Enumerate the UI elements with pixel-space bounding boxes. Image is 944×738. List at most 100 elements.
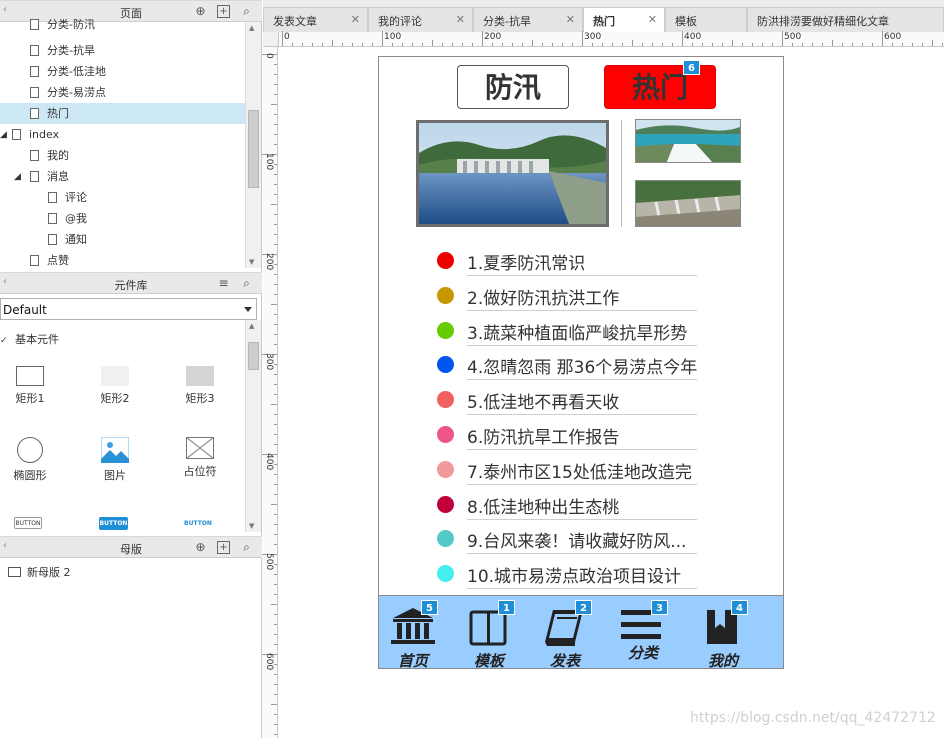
- scroll-down-icon[interactable]: ▼: [249, 258, 254, 266]
- close-icon[interactable]: ✕: [648, 13, 657, 26]
- ruler-tick: [271, 404, 277, 405]
- tab-my-comments[interactable]: 我的评论 ✕: [368, 7, 473, 32]
- tree-item-page[interactable]: 点赞: [30, 250, 69, 271]
- ruler-tick: [672, 43, 673, 46]
- library-select[interactable]: Default: [0, 298, 257, 320]
- scrollbar-thumb[interactable]: [248, 342, 259, 370]
- tree-item-label: 通知: [65, 233, 87, 246]
- widget-group-header[interactable]: ✓ 基本元件: [0, 331, 59, 347]
- pages-scrollbar[interactable]: ▲ ▼: [245, 22, 261, 268]
- widget-button-primary[interactable]: BUTTON: [99, 517, 128, 530]
- ruler-corner: [263, 32, 279, 47]
- collapse-arrow-icon[interactable]: ◢: [0, 130, 7, 140]
- page-icon: [48, 192, 57, 203]
- widget-image[interactable]: 图片: [85, 436, 145, 483]
- ruler-tick: [632, 40, 633, 46]
- ruler-tick: [662, 43, 663, 46]
- close-icon[interactable]: ✕: [351, 13, 360, 26]
- ruler-tick: [274, 244, 277, 245]
- tree-item-page[interactable]: 分类-易涝点: [30, 82, 106, 103]
- tree-item-page[interactable]: 分类-低洼地: [30, 61, 106, 82]
- image-divider: [621, 120, 622, 227]
- tabbar-home[interactable]: 首页 5: [387, 600, 439, 670]
- scrollbar-thumb[interactable]: [248, 110, 259, 188]
- master-item[interactable]: 新母版 2: [8, 564, 71, 580]
- add-folder-icon[interactable]: +: [217, 5, 230, 18]
- ruler-tick: [274, 614, 277, 615]
- ruler-tick: [912, 43, 913, 46]
- tabbar-label: 首页: [397, 652, 428, 670]
- tabbar-template[interactable]: 模板 1: [463, 600, 515, 670]
- tree-item-label: index: [29, 128, 60, 141]
- ruler-tick: [274, 734, 277, 735]
- news-item[interactable]: 5.低洼地不再看天收: [437, 383, 697, 417]
- news-item[interactable]: 10.城市易涝点政治项目设计: [437, 557, 697, 591]
- widget-rectangle-1[interactable]: 矩形1: [0, 366, 60, 406]
- news-item[interactable]: 3.蔬菜种植面临严峻抗旱形势: [437, 314, 697, 348]
- tree-item-page-selected[interactable]: 热门: [0, 103, 245, 124]
- news-item[interactable]: 7.泰州市区15处低洼地改造完: [437, 453, 697, 487]
- search-icon[interactable]: ⌕: [240, 541, 253, 554]
- ruler-tick: [274, 284, 277, 285]
- ruler-tick: [274, 194, 277, 195]
- widget-rectangle-3[interactable]: 矩形3: [170, 366, 230, 406]
- add-folder-icon[interactable]: +: [217, 541, 230, 554]
- page-icon: [30, 66, 39, 77]
- left-sidebar: ‹ 页面 ⊕ + ⌕ 分类-防汛 分类-抗旱 分类-低洼地 分类-易涝点 热门 …: [0, 0, 262, 738]
- spillway-photo: [635, 180, 741, 227]
- ruler-tick: [271, 604, 277, 605]
- bullet-dot-icon: [437, 495, 454, 513]
- tree-item-page[interactable]: 评论: [48, 187, 87, 208]
- tab-template[interactable]: 模板: [665, 7, 747, 32]
- widget-placeholder[interactable]: 占位符: [170, 437, 230, 479]
- tree-item-page[interactable]: 消息: [30, 166, 69, 187]
- news-item[interactable]: 6.防汛抗旱工作报告: [437, 418, 697, 452]
- tabbar-label: 分类: [627, 644, 658, 662]
- add-page-icon[interactable]: ⊕: [194, 5, 207, 18]
- widget-rectangle-2[interactable]: 矩形2: [85, 366, 145, 406]
- search-icon[interactable]: ⌕: [240, 5, 253, 18]
- ruler-tick: [802, 43, 803, 46]
- widget-button-plain[interactable]: BUTTON: [14, 517, 42, 529]
- tabbar-publish[interactable]: 发表 2: [539, 600, 592, 670]
- ruler-tick: [274, 564, 277, 565]
- news-item[interactable]: 4.忽晴忽雨 那36个易涝点今年: [437, 348, 697, 382]
- search-icon[interactable]: ⌕: [240, 277, 253, 290]
- ruler-tick: [612, 43, 613, 46]
- tree-item-page[interactable]: 分类-防汛: [30, 19, 95, 32]
- horizontal-ruler: 0 100 200 300 400 500 600: [279, 31, 944, 47]
- tree-item-page[interactable]: 分类-抗旱: [30, 40, 95, 61]
- tree-item-page[interactable]: 我的: [30, 145, 69, 166]
- tree-item-page[interactable]: 通知: [48, 229, 87, 250]
- flood-button[interactable]: 防汛: [457, 65, 569, 109]
- ruler-tick: [872, 43, 873, 46]
- close-icon[interactable]: ✕: [456, 13, 465, 26]
- collapse-arrow-icon[interactable]: ◢: [14, 172, 21, 182]
- ruler-tick: [274, 664, 277, 665]
- add-master-icon[interactable]: ⊕: [194, 541, 207, 554]
- tab-fabiao[interactable]: 发表文章 ✕: [263, 7, 368, 32]
- scroll-up-icon[interactable]: ▲: [249, 24, 254, 32]
- news-item[interactable]: 9.台风来袭！请收藏好防风...: [437, 522, 697, 556]
- news-item[interactable]: 1.夏季防汛常识: [437, 244, 697, 278]
- news-title: 8.低洼地种出生态桃: [467, 497, 620, 518]
- widget-button-link[interactable]: BUTTON: [183, 517, 213, 530]
- close-icon[interactable]: ✕: [566, 13, 575, 26]
- tab-hot[interactable]: 热门 ✕: [583, 7, 665, 33]
- news-item[interactable]: 2.做好防汛抗洪工作: [437, 279, 697, 313]
- widget-ellipse[interactable]: 椭圆形: [0, 437, 60, 483]
- menu-icon[interactable]: ≡: [217, 277, 230, 290]
- scroll-down-icon[interactable]: ▼: [249, 522, 254, 530]
- news-item[interactable]: 8.低洼地种出生态桃: [437, 488, 697, 522]
- ruler-tick: [472, 43, 473, 46]
- tab-drought[interactable]: 分类-抗旱 ✕: [473, 7, 583, 32]
- ruler-tick: [274, 144, 277, 145]
- tree-item-page[interactable]: @我: [48, 208, 87, 229]
- tree-item-page[interactable]: index: [12, 124, 59, 145]
- tabbar-category[interactable]: 分类 3: [617, 600, 669, 666]
- ruler-tick: [422, 43, 423, 46]
- scroll-up-icon[interactable]: ▲: [249, 322, 254, 330]
- tab-flood-article[interactable]: 防洪排涝要做好精细化文章: [747, 7, 944, 32]
- library-scrollbar[interactable]: ▲ ▼: [245, 320, 261, 532]
- tabbar-mine[interactable]: 我的 4: [697, 600, 749, 670]
